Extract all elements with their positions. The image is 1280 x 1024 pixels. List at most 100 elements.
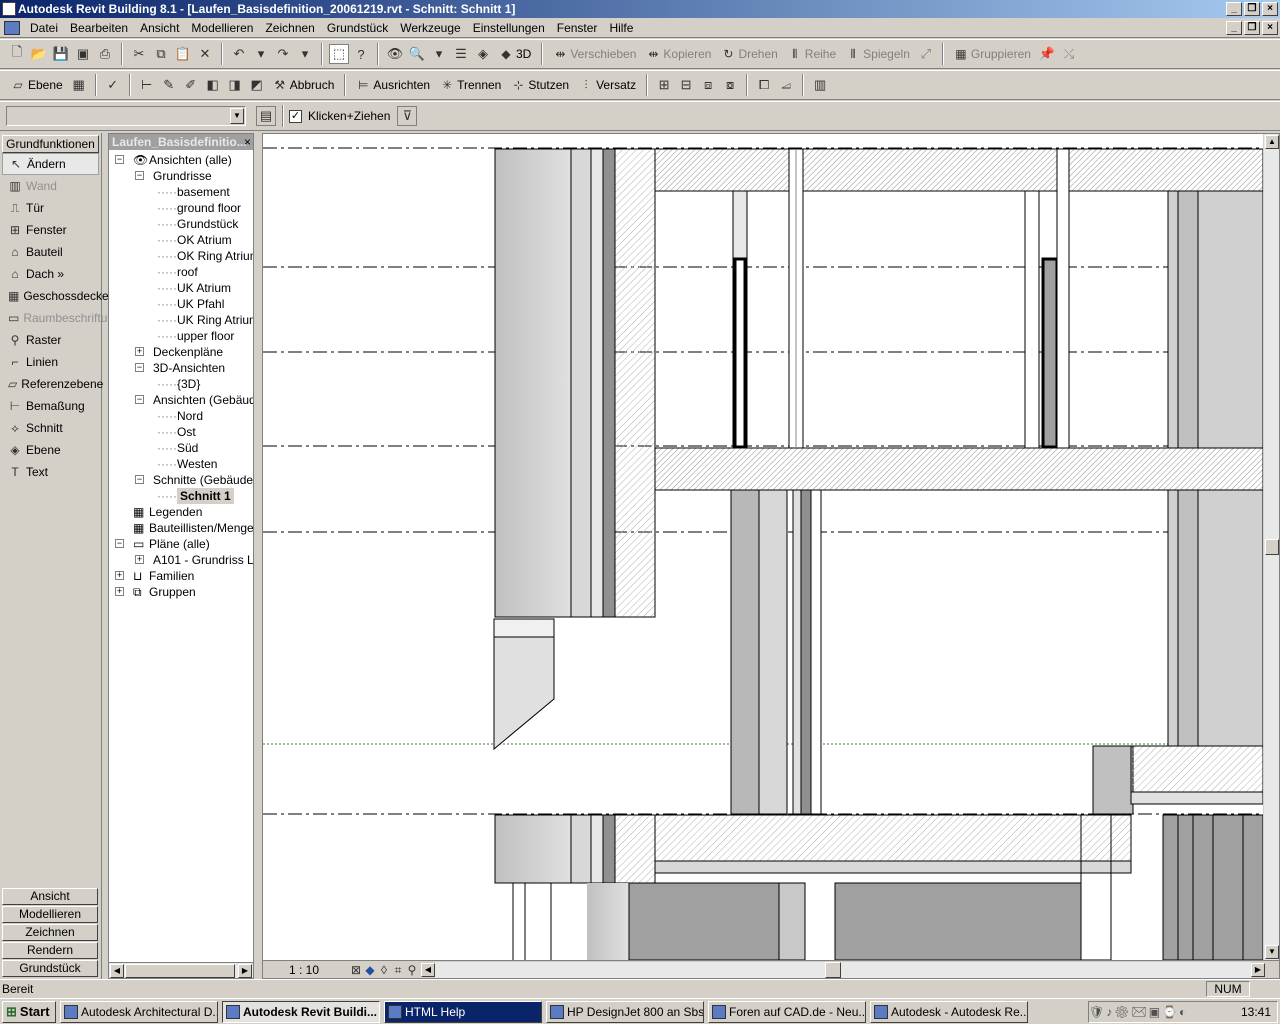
collapse-icon[interactable]: − xyxy=(115,539,124,548)
browser-node[interactable]: Grundrisse xyxy=(153,168,212,184)
browser-node[interactable]: upper floor xyxy=(177,328,234,344)
browser-node[interactable]: Grundstück xyxy=(177,216,238,232)
collapse-icon[interactable]: − xyxy=(135,363,144,372)
design-bar-item[interactable]: ⚲ Raster xyxy=(2,329,99,351)
save-to-central-icon[interactable]: ▣ xyxy=(73,44,93,64)
menu-fenster[interactable]: Fenster xyxy=(551,21,604,35)
scroll-thumb[interactable] xyxy=(125,964,235,978)
array-button[interactable]: ⦀ Reihe xyxy=(783,43,841,65)
unlock-icon[interactable]: ⊟ xyxy=(676,75,696,95)
taskbar-button[interactable]: Autodesk Architectural D... xyxy=(60,1000,218,1023)
close-icon[interactable]: × xyxy=(244,134,251,150)
zoom-menu-icon[interactable]: ▾ xyxy=(429,44,449,64)
taskbar-button[interactable]: HTML Help xyxy=(384,1000,542,1023)
design-bar-item[interactable]: ⌂ Dach » xyxy=(2,263,99,285)
menu-hilfe[interactable]: Hilfe xyxy=(603,21,639,35)
cut-icon[interactable]: ✂ xyxy=(129,44,149,64)
design-bar-item[interactable]: ◈ Ebene xyxy=(2,439,99,461)
measure-icon[interactable]: ⊢ xyxy=(137,75,157,95)
type-selector[interactable]: ▼ xyxy=(6,106,246,126)
browser-node[interactable]: UK Atrium xyxy=(177,280,231,296)
redo-list-icon[interactable]: ▾ xyxy=(295,44,315,64)
browser-node[interactable]: Deckenpläne xyxy=(153,344,223,360)
tray-icons[interactable]: 🛡♪⚙✉▣⌚◐ xyxy=(1089,1002,1188,1022)
scale-label[interactable]: 1 : 10 xyxy=(289,963,349,977)
unjoin-icon[interactable]: ⧇ xyxy=(720,75,740,95)
browser-horizontal-scrollbar[interactable]: ◀ ▶ xyxy=(109,962,253,978)
browser-node[interactable]: Westen xyxy=(177,456,217,472)
horizontal-scroll-thumb[interactable] xyxy=(825,961,841,978)
browser-node[interactable]: Nord xyxy=(177,408,203,424)
hide-element-icon[interactable]: ⧠ xyxy=(754,75,774,95)
unhide-element-icon[interactable]: ⧡ xyxy=(776,75,796,95)
doc-close-button[interactable]: × xyxy=(1262,21,1278,35)
horizontal-scroll-track[interactable] xyxy=(435,961,1251,978)
offset-button[interactable]: ⫶ Versatz xyxy=(574,74,641,96)
rotate-button[interactable]: ↻ Drehen xyxy=(716,43,782,65)
browser-node[interactable]: Legenden xyxy=(149,504,202,520)
design-bar-item[interactable]: ▦ Geschossdecke xyxy=(2,285,109,307)
browser-node[interactable]: OK Atrium xyxy=(177,232,232,248)
expand-icon[interactable]: + xyxy=(115,587,124,596)
browser-node[interactable]: OK Ring Atrium xyxy=(177,248,253,264)
browser-node[interactable]: Schnitt 1 xyxy=(177,488,234,504)
vertical-scroll-thumb[interactable] xyxy=(1265,539,1279,555)
design-bar-item[interactable]: T Text xyxy=(2,461,99,483)
move-button[interactable]: ⇹ Verschieben xyxy=(548,43,641,65)
select-icon[interactable]: ⬚ xyxy=(329,44,349,64)
doc-restore-button[interactable]: ❐ xyxy=(1244,21,1260,35)
design-bar-item[interactable]: ▱ Referenzebene xyxy=(2,373,103,395)
expand-icon[interactable]: + xyxy=(135,347,144,356)
browser-node[interactable]: Ost xyxy=(177,424,196,440)
browser-node[interactable]: Ansichten (Gebäude xyxy=(153,392,253,408)
hide-isolate-icon[interactable]: ⚲ xyxy=(405,963,419,977)
collapse-icon[interactable]: − xyxy=(135,395,144,404)
detail-level-icon[interactable]: ⊠ xyxy=(349,963,363,977)
close-button[interactable]: × xyxy=(1262,2,1278,16)
taskbar-button[interactable]: Autodesk - Autodesk Re... xyxy=(870,1000,1028,1023)
browser-node[interactable]: {3D} xyxy=(177,376,200,392)
unpin-icon[interactable]: ⤯ xyxy=(1059,44,1079,64)
tab-modellieren[interactable]: Modellieren xyxy=(2,906,98,923)
tab-grundstueck[interactable]: Grundstück xyxy=(2,960,98,977)
scroll-left-icon[interactable]: ◀ xyxy=(110,964,124,978)
split-button[interactable]: ✳ Trennen xyxy=(435,74,506,96)
zoom-icon[interactable]: 🔍 xyxy=(407,44,427,64)
print-icon[interactable]: ⎙ xyxy=(95,44,115,64)
taskbar-button[interactable]: Autodesk Revit Buildi... xyxy=(222,1000,380,1023)
eyedropper-icon[interactable]: ✎ xyxy=(159,75,179,95)
scroll-up-icon[interactable]: ▲ xyxy=(1265,135,1279,149)
model-graphics-icon[interactable]: ◆ xyxy=(363,963,377,977)
design-bar-item[interactable]: ⊞ Fenster xyxy=(2,219,99,241)
browser-node[interactable]: Süd xyxy=(177,440,198,456)
browser-node[interactable]: Schnitte (Gebäudes xyxy=(153,472,253,488)
design-bar-item[interactable]: ▥ Wand xyxy=(2,175,99,197)
browser-node[interactable]: basement xyxy=(177,184,230,200)
design-bar-item[interactable]: ▭ Raumbeschriftu xyxy=(2,307,107,329)
save-icon[interactable]: 💾 xyxy=(51,44,71,64)
work-plane-button[interactable]: ▱ Ebene xyxy=(6,74,68,96)
paint-icon[interactable]: ✐ xyxy=(181,75,201,95)
crop-icon[interactable]: ⌗ xyxy=(391,963,405,977)
browser-node[interactable]: ground floor xyxy=(177,200,241,216)
menu-datei[interactable]: Datei xyxy=(24,21,64,35)
copy-button[interactable]: ⇹ Kopieren xyxy=(641,43,716,65)
pin-icon[interactable]: 📌 xyxy=(1037,44,1057,64)
browser-node[interactable]: Familien xyxy=(149,568,194,584)
taskbar-button[interactable]: HP DesignJet 800 an Sbs... xyxy=(546,1000,704,1023)
shadows-icon[interactable]: ◊ xyxy=(377,963,391,977)
collapse-icon[interactable]: − xyxy=(115,155,124,164)
tab-ansicht[interactable]: Ansicht xyxy=(2,888,98,905)
lock-icon[interactable]: ⊞ xyxy=(654,75,674,95)
design-bar-item[interactable]: ⊢ Bemaßung xyxy=(2,395,99,417)
browser-node[interactable]: A101 - Grundriss LF xyxy=(153,552,253,568)
shading-icon[interactable]: ◈ xyxy=(473,44,493,64)
scroll-right-icon[interactable]: ▶ xyxy=(238,964,252,978)
design-bar-item[interactable]: ⟡ Schnitt xyxy=(2,417,99,439)
design-bar-header[interactable]: Grundfunktionen xyxy=(2,135,99,153)
chevron-down-icon[interactable]: ▼ xyxy=(230,108,244,124)
restore-button[interactable]: ❐ xyxy=(1244,2,1260,16)
drawing-area[interactable]: ▲ ▼ 1 : 10 ⊠ ◆ ◊ ⌗ ⚲ ◀ ▶ xyxy=(262,133,1280,979)
join-icon[interactable]: ⧈ xyxy=(698,75,718,95)
start-button[interactable]: ⊞ Start xyxy=(2,1000,56,1023)
